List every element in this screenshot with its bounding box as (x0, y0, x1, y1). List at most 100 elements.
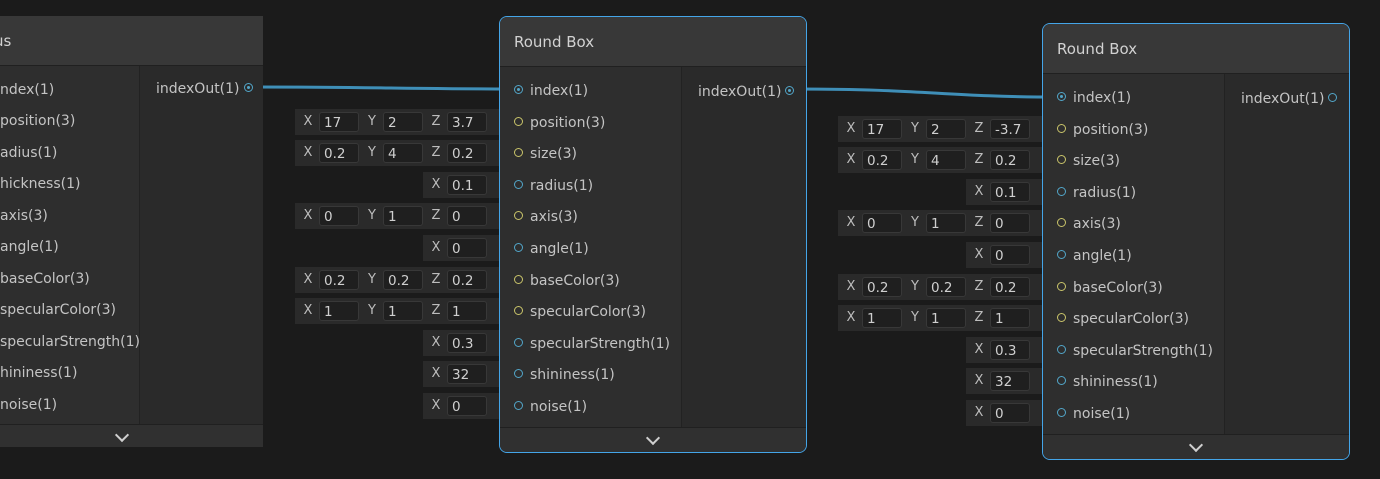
wire-node1-to-node2[interactable] (794, 87, 1062, 99)
port-connector-icon[interactable] (514, 116, 523, 126)
value-input[interactable]: 0.3 (447, 332, 487, 353)
port-label: position(3) (530, 114, 606, 131)
value-input[interactable]: 0.2 (447, 269, 487, 290)
value-input[interactable]: 4 (383, 143, 423, 164)
value-input[interactable]: 0 (447, 206, 487, 227)
node-round-box-2[interactable]: Round Box index(1) position(3) size(3) radi… (1042, 23, 1350, 460)
node-left[interactable]: us ndex(1) position(3) adius(1) hickness… (0, 16, 263, 447)
port-connector-icon[interactable] (1328, 93, 1337, 102)
node-title[interactable]: Round Box (500, 17, 806, 67)
axis-label: X (974, 405, 984, 420)
value-input[interactable]: 0.3 (990, 339, 1030, 360)
graph-canvas[interactable]: us ndex(1) position(3) adius(1) hickness… (0, 0, 1380, 479)
port-connector-icon[interactable] (244, 83, 253, 92)
field-specularStrength-x: X 0.3 (968, 337, 1032, 363)
value-input[interactable]: 0 (447, 238, 487, 258)
expand-toggle[interactable] (0, 424, 263, 447)
value-input[interactable]: 0 (447, 396, 487, 416)
value-input[interactable]: 0.2 (926, 276, 966, 297)
port-label: position(3) (1073, 121, 1149, 138)
axis-label: Y (368, 271, 376, 287)
port-connector-icon[interactable] (1057, 408, 1066, 417)
port-label: specularColor(3) (0, 302, 116, 318)
value-input[interactable]: 1 (447, 301, 487, 322)
value-input[interactable]: 0.2 (990, 276, 1030, 297)
axis-label: X (974, 341, 984, 357)
port-label: noise(1) (0, 397, 58, 413)
field-size-y: Y4 (361, 140, 425, 166)
port-connector-icon[interactable] (514, 306, 523, 316)
port-connector-icon[interactable] (1057, 376, 1066, 386)
port-connector-icon[interactable] (1057, 155, 1066, 165)
value-input[interactable]: 1 (926, 308, 966, 329)
value-input[interactable]: 1 (990, 308, 1030, 329)
value-input[interactable]: 1 (862, 308, 902, 329)
value-input[interactable]: 1 (319, 301, 359, 322)
port-label: axis(3) (1073, 216, 1121, 233)
value-input[interactable]: 32 (990, 371, 1030, 392)
port-connector-icon[interactable] (514, 85, 523, 94)
value-input[interactable]: 0.2 (447, 143, 487, 164)
value-input[interactable]: 0.2 (862, 150, 902, 171)
value-input[interactable]: 0 (862, 213, 902, 234)
port-connector-icon[interactable] (1057, 92, 1066, 101)
value-input[interactable]: 32 (447, 364, 487, 385)
field-specularColor-y: Y1 (904, 305, 968, 331)
value-input[interactable]: 1 (926, 213, 966, 234)
value-input[interactable]: 2 (383, 111, 423, 132)
value-input[interactable]: 2 (926, 118, 966, 139)
value-input[interactable]: 0.2 (319, 143, 359, 164)
value-input[interactable]: 17 (862, 118, 902, 139)
node-outputs: indexOut(1) (1225, 74, 1349, 435)
port-connector-icon[interactable] (514, 211, 523, 221)
port-connector-icon[interactable] (1057, 281, 1066, 291)
value-input[interactable]: -3.7 (990, 118, 1030, 139)
port-connector-icon[interactable] (514, 401, 523, 410)
expand-toggle[interactable] (1043, 434, 1349, 459)
field-baseColor-z: Z 0.2 (968, 274, 1032, 300)
port-connector-icon[interactable] (1057, 313, 1066, 323)
value-input[interactable]: 0.2 (990, 150, 1030, 171)
field-axis-y: Y1 (904, 210, 968, 236)
value-input[interactable]: 4 (926, 150, 966, 171)
node-left-title[interactable]: us (0, 16, 263, 66)
value-input[interactable]: 0 (990, 403, 1030, 423)
value-input[interactable]: 1 (383, 206, 423, 227)
value-input[interactable]: 1 (383, 301, 423, 322)
node-title[interactable]: Round Box (1043, 24, 1349, 74)
value-input[interactable]: 3.7 (447, 111, 487, 132)
field-baseColor-z: Z 0.2 (425, 267, 489, 293)
field-angle-x: X0 (968, 242, 1032, 268)
value-input[interactable]: 0 (990, 213, 1030, 234)
output-port-indexout[interactable]: indexOut(1) (140, 78, 253, 100)
value-input[interactable]: 0.2 (319, 269, 359, 290)
output-port-indexout[interactable]: indexOut(1) (682, 81, 794, 103)
output-port-indexout[interactable]: indexOut(1) (1225, 88, 1337, 110)
port-connector-icon[interactable] (785, 86, 794, 95)
value-input[interactable]: 0.2 (862, 276, 902, 297)
wire-left-to-node1[interactable] (254, 85, 519, 91)
port-label: hickness(1) (0, 176, 81, 192)
port-connector-icon[interactable] (514, 148, 523, 158)
port-connector-icon[interactable] (514, 274, 523, 284)
port-connector-icon[interactable] (514, 369, 523, 379)
value-input[interactable]: 0 (319, 206, 359, 227)
port-connector-icon[interactable] (1057, 218, 1066, 228)
field-specularColor: X1Y1Z1 (295, 298, 513, 325)
value-input[interactable]: 0.1 (990, 181, 1030, 202)
port-connector-icon[interactable] (1057, 186, 1066, 196)
port-connector-icon[interactable] (1057, 344, 1066, 354)
expand-toggle[interactable] (500, 427, 806, 452)
port-connector-icon[interactable] (1057, 250, 1066, 259)
value-input[interactable]: 0.1 (447, 174, 487, 195)
port-connector-icon[interactable] (514, 243, 523, 252)
value-input[interactable]: 0 (990, 245, 1030, 265)
port-connector-icon[interactable] (514, 179, 523, 189)
axis-label: X (303, 208, 313, 224)
node-round-box-1[interactable]: Round Box index(1) position(3) size(3) radi… (499, 16, 807, 453)
port-connector-icon[interactable] (1057, 123, 1066, 133)
axis-label: X (846, 120, 856, 136)
value-input[interactable]: 17 (319, 111, 359, 132)
value-input[interactable]: 0.2 (383, 269, 423, 290)
port-connector-icon[interactable] (514, 337, 523, 347)
